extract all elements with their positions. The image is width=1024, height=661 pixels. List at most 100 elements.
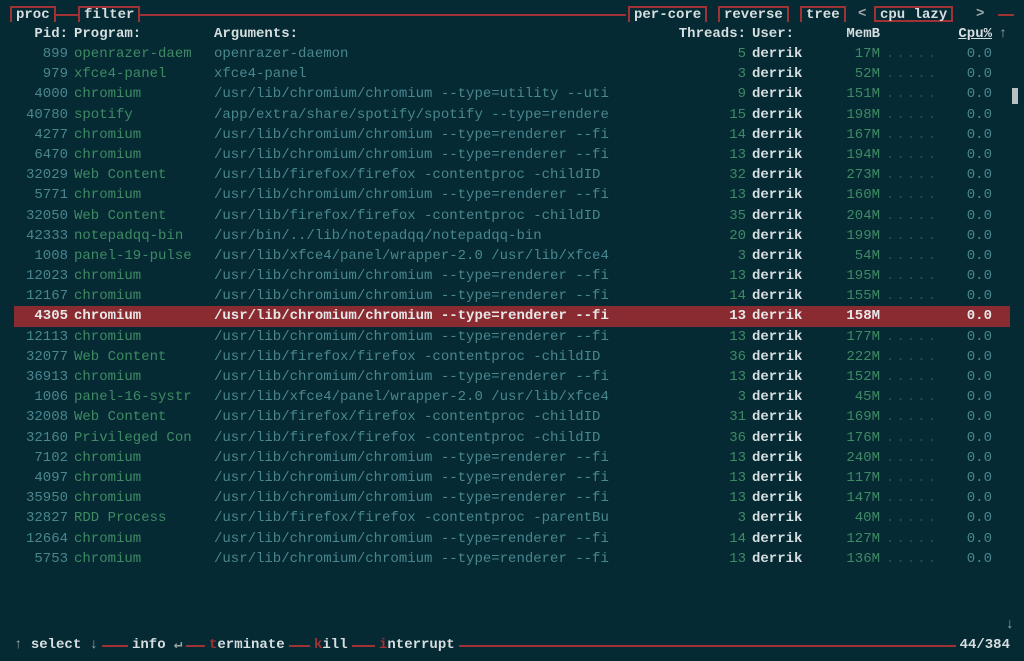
cell-program: chromium (74, 84, 214, 104)
table-row[interactable]: 12167chromium/usr/lib/chromium/chromium … (14, 286, 1010, 306)
cell-mem: 45M (822, 387, 886, 407)
hint-terminate[interactable]: terminate (205, 637, 289, 653)
scrollbar-thumb[interactable] (1012, 88, 1018, 104)
cell-spark: ..... (886, 165, 946, 185)
table-row[interactable]: 32050Web Content/usr/lib/firefox/firefox… (14, 206, 1010, 226)
tab-reverse[interactable]: reverse (718, 6, 789, 22)
table-row[interactable]: 899openrazer-daemopenrazer-daemon5derrik… (14, 44, 1010, 64)
cell-cpu: 0.0 (946, 226, 996, 246)
cell-threads: 31 (672, 407, 752, 427)
process-table[interactable]: 899openrazer-daemopenrazer-daemon5derrik… (10, 44, 1014, 569)
cell-cpu: 0.0 (946, 327, 996, 347)
cell-pid: 32008 (14, 407, 74, 427)
table-row[interactable]: 5771chromium/usr/lib/chromium/chromium -… (14, 185, 1010, 205)
table-header: Pid: Program: Arguments: Threads: User: … (10, 26, 1014, 42)
cell-cpu: 0.0 (946, 266, 996, 286)
caret-right-icon[interactable]: > (976, 6, 984, 22)
cell-arguments: /usr/lib/chromium/chromium --type=render… (214, 185, 672, 205)
cell-mem: 198M (822, 105, 886, 125)
cell-user: derrik (752, 387, 822, 407)
cell-threads: 20 (672, 226, 752, 246)
table-row[interactable]: 32077Web Content/usr/lib/firefox/firefox… (14, 347, 1010, 367)
cell-spark: ..... (886, 226, 946, 246)
table-row[interactable]: 4277chromium/usr/lib/chromium/chromium -… (14, 125, 1010, 145)
cell-threads: 3 (672, 508, 752, 528)
table-row[interactable]: 4097chromium/usr/lib/chromium/chromium -… (14, 468, 1010, 488)
caret-left-icon[interactable]: < (858, 6, 866, 22)
sort-cpu[interactable]: cpu lazy (874, 6, 953, 22)
scroll-down-icon[interactable]: ↓ (1006, 617, 1014, 633)
table-row[interactable]: 35950chromium/usr/lib/chromium/chromium … (14, 488, 1010, 508)
cell-pid: 40780 (14, 105, 74, 125)
cell-spark: ..... (886, 84, 946, 104)
cell-threads: 14 (672, 125, 752, 145)
table-row[interactable]: 36913chromium/usr/lib/chromium/chromium … (14, 367, 1010, 387)
table-row[interactable]: 4305chromium/usr/lib/chromium/chromium -… (14, 306, 1010, 326)
cell-mem: 160M (822, 185, 886, 205)
tab-per-core[interactable]: per-core (628, 6, 707, 22)
cell-mem: 147M (822, 488, 886, 508)
table-row[interactable]: 40780spotify/app/extra/share/spotify/spo… (14, 105, 1010, 125)
col-mem[interactable]: MemB (822, 26, 886, 42)
table-row[interactable]: 1006panel-16-systr/usr/lib/xfce4/panel/w… (14, 387, 1010, 407)
cell-arguments: /usr/lib/firefox/firefox -contentproc -c… (214, 347, 672, 367)
cell-program: xfce4-panel (74, 64, 214, 84)
cell-arguments: /usr/lib/chromium/chromium --type=render… (214, 266, 672, 286)
hint-info: info ↵ (128, 637, 186, 653)
col-pid[interactable]: Pid: (14, 26, 74, 42)
cell-mem: 204M (822, 206, 886, 226)
cell-cpu: 0.0 (946, 529, 996, 549)
cell-pid: 42333 (14, 226, 74, 246)
cell-pid: 6470 (14, 145, 74, 165)
cell-cpu: 0.0 (946, 448, 996, 468)
cell-mem: 158M (822, 306, 886, 326)
cell-arguments: /usr/lib/chromium/chromium --type=render… (214, 125, 672, 145)
table-row[interactable]: 12113chromium/usr/lib/chromium/chromium … (14, 327, 1010, 347)
table-row[interactable]: 6470chromium/usr/lib/chromium/chromium -… (14, 145, 1010, 165)
table-row[interactable]: 12664chromium/usr/lib/chromium/chromium … (14, 529, 1010, 549)
cell-arguments: /usr/lib/chromium/chromium --type=render… (214, 145, 672, 165)
table-row[interactable]: 4000chromium/usr/lib/chromium/chromium -… (14, 84, 1010, 104)
cell-mem: 40M (822, 508, 886, 528)
cell-spark: ..... (886, 468, 946, 488)
hint-interrupt[interactable]: interrupt (375, 637, 459, 653)
col-arguments[interactable]: Arguments: (214, 26, 672, 42)
cell-threads: 13 (672, 448, 752, 468)
bottom-bar: ↑ select ↓ info ↵ terminate kill interru… (10, 637, 1014, 657)
table-row[interactable]: 5753chromium/usr/lib/chromium/chromium -… (14, 549, 1010, 569)
table-row[interactable]: 32160Privileged Con/usr/lib/firefox/fire… (14, 428, 1010, 448)
cell-pid: 12167 (14, 286, 74, 306)
table-row[interactable]: 32008Web Content/usr/lib/firefox/firefox… (14, 407, 1010, 427)
table-row[interactable]: 7102chromium/usr/lib/chromium/chromium -… (14, 448, 1010, 468)
cell-mem: 52M (822, 64, 886, 84)
cell-program: RDD Process (74, 508, 214, 528)
cell-cpu: 0.0 (946, 367, 996, 387)
col-program[interactable]: Program: (74, 26, 214, 42)
col-threads[interactable]: Threads: (672, 26, 752, 42)
cell-program: Web Content (74, 347, 214, 367)
cell-user: derrik (752, 306, 822, 326)
cell-arguments: /usr/lib/chromium/chromium --type=render… (214, 306, 672, 326)
cell-threads: 13 (672, 549, 752, 569)
cell-arguments: /usr/lib/xfce4/panel/wrapper-2.0 /usr/li… (214, 387, 672, 407)
cell-spark: ..... (886, 286, 946, 306)
hint-kill[interactable]: kill (310, 637, 352, 653)
table-row[interactable]: 1008panel-19-pulse/usr/lib/xfce4/panel/w… (14, 246, 1010, 266)
table-row[interactable]: 979xfce4-panelxfce4-panel3derrik52M.....… (14, 64, 1010, 84)
cell-spark: ..... (886, 125, 946, 145)
cell-threads: 35 (672, 206, 752, 226)
tab-proc[interactable]: proc (10, 6, 56, 22)
col-cpu[interactable]: Cpu% (946, 26, 996, 42)
up-arrow-icon: ↑ (14, 637, 22, 653)
tab-filter[interactable]: filter (78, 6, 140, 22)
cell-cpu: 0.0 (946, 125, 996, 145)
table-row[interactable]: 32029Web Content/usr/lib/firefox/firefox… (14, 165, 1010, 185)
cell-program: panel-19-pulse (74, 246, 214, 266)
col-user[interactable]: User: (752, 26, 822, 42)
cell-user: derrik (752, 226, 822, 246)
table-row[interactable]: 42333notepadqq-bin/usr/bin/../lib/notepa… (14, 226, 1010, 246)
table-row[interactable]: 12023chromium/usr/lib/chromium/chromium … (14, 266, 1010, 286)
tab-tree[interactable]: tree (800, 6, 846, 22)
cell-threads: 14 (672, 529, 752, 549)
table-row[interactable]: 32827RDD Process/usr/lib/firefox/firefox… (14, 508, 1010, 528)
